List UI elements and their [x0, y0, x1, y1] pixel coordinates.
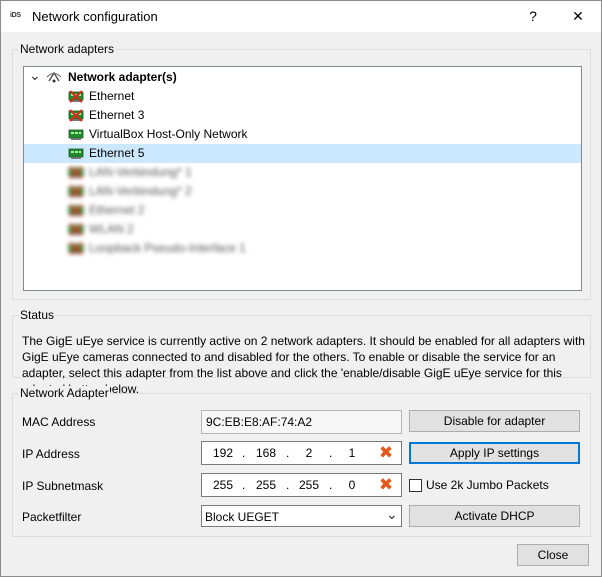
adapter-tree-item[interactable]: LAN-Verbindung* 2 [24, 182, 581, 201]
network-card-disabled-icon [68, 204, 84, 217]
subnet-separator: . [242, 478, 246, 492]
ip-octet-2[interactable]: 168 [251, 446, 281, 460]
adapter-tree-item[interactable]: VirtualBox Host-Only Network [24, 125, 581, 144]
packetfilter-label: Packetfilter [22, 510, 82, 524]
activate-dhcp-button[interactable]: Activate DHCP [409, 505, 580, 527]
adapter-tree-item[interactable]: LAN-Verbindung* 1 [24, 163, 581, 182]
adapter-name: Ethernet [89, 89, 135, 103]
adapter-name: Ethernet 5 [89, 146, 145, 160]
clear-ip-icon[interactable]: ✖ [378, 444, 394, 461]
network-card-disabled-icon [68, 90, 84, 103]
packetfilter-value: Block UEGET [205, 510, 280, 524]
window-title: Network configuration [32, 9, 158, 24]
subnet-separator: . [329, 478, 333, 492]
tree-root-row[interactable]: ⌄ Network adapter(s) [24, 67, 581, 87]
adapter-tree-item[interactable]: Ethernet 5 [24, 144, 581, 163]
disable-for-adapter-button[interactable]: Disable for adapter [409, 410, 580, 432]
subnetmask-field[interactable]: 255 . 255 . 255 . 0 ✖ [201, 473, 402, 497]
adapter-tree[interactable]: ⌄ Network adapter(s) Ethernet Ethernet 3 V… [23, 66, 582, 291]
network-card-enabled-icon [68, 128, 84, 141]
title-bar[interactable]: iDS Network configuration ? ✕ [1, 1, 601, 32]
network-card-disabled-icon [68, 109, 84, 122]
adapter-name: Ethernet 2 [89, 203, 145, 217]
clear-subnet-icon[interactable]: ✖ [378, 476, 394, 493]
ip-address-label: IP Address [22, 447, 80, 461]
status-group-label: Status [19, 308, 56, 322]
network-card-disabled-icon [68, 223, 84, 236]
ip-octet-1[interactable]: 192 [208, 446, 238, 460]
ip-address-field[interactable]: 192 . 168 . 2 . 1 ✖ [201, 441, 402, 465]
network-adapters-group-label: Network adapters [19, 42, 116, 56]
jumbo-packets-checkbox[interactable] [409, 479, 422, 492]
ip-octet-4[interactable]: 1 [337, 446, 367, 460]
adapter-name: LAN-Verbindung* 2 [89, 184, 192, 198]
packetfilter-select[interactable]: Block UEGET ⌄ [201, 505, 402, 527]
close-icon: ✕ [572, 8, 584, 24]
adapter-name: WLAN 2 [89, 222, 134, 236]
mac-address-field: 9C:EB:E8:AF:74:A2 [201, 410, 402, 434]
subnet-octet-2[interactable]: 255 [251, 478, 281, 492]
adapter-name: LAN-Verbindung* 1 [89, 165, 192, 179]
close-window-button[interactable]: ✕ [556, 1, 600, 32]
ids-app-icon: iDS [10, 12, 21, 19]
subnet-separator: . [286, 478, 290, 492]
network-card-disabled-icon [68, 185, 84, 198]
adapter-tree-item[interactable]: Ethernet 2 [24, 201, 581, 220]
subnet-octet-1[interactable]: 255 [208, 478, 238, 492]
ip-separator: . [329, 446, 333, 460]
ip-subnetmask-label: IP Subnetmask [22, 479, 104, 493]
adapter-tree-item[interactable]: WLAN 2 [24, 220, 581, 239]
close-button[interactable]: Close [517, 544, 589, 566]
ip-octet-3[interactable]: 2 [294, 446, 324, 460]
chevron-down-icon: ⌄ [386, 506, 398, 522]
chevron-down-icon[interactable]: ⌄ [29, 67, 41, 84]
help-button[interactable]: ? [511, 1, 555, 32]
adapter-tree-item[interactable]: Ethernet [24, 87, 581, 106]
jumbo-packets-label[interactable]: Use 2k Jumbo Packets [426, 478, 549, 492]
adapter-name: Ethernet 3 [89, 108, 145, 122]
network-card-disabled-icon [68, 166, 84, 179]
adapter-name: Loopback Pseudo-Interface 1 [89, 241, 246, 255]
mac-address-label: MAC Address [22, 415, 96, 429]
adapter-name: VirtualBox Host-Only Network [89, 127, 248, 141]
ip-separator: . [286, 446, 290, 460]
apply-ip-settings-button[interactable]: Apply IP settings [409, 442, 580, 464]
network-card-disabled-icon [68, 242, 84, 255]
network-configuration-window: iDS Network configuration ? ✕ Network ad… [0, 0, 602, 577]
mac-address-value: 9C:EB:E8:AF:74:A2 [206, 415, 313, 429]
network-root-icon [46, 70, 62, 87]
subnet-octet-3[interactable]: 255 [294, 478, 324, 492]
adapter-tree-item[interactable]: Ethernet 3 [24, 106, 581, 125]
network-adapter-group-label: Network Adapter [19, 386, 110, 400]
subnet-octet-4[interactable]: 0 [337, 478, 367, 492]
network-card-enabled-icon [68, 147, 84, 160]
ip-separator: . [242, 446, 246, 460]
tree-root-label: Network adapter(s) [68, 70, 177, 84]
adapter-tree-item[interactable]: Loopback Pseudo-Interface 1 [24, 239, 581, 258]
